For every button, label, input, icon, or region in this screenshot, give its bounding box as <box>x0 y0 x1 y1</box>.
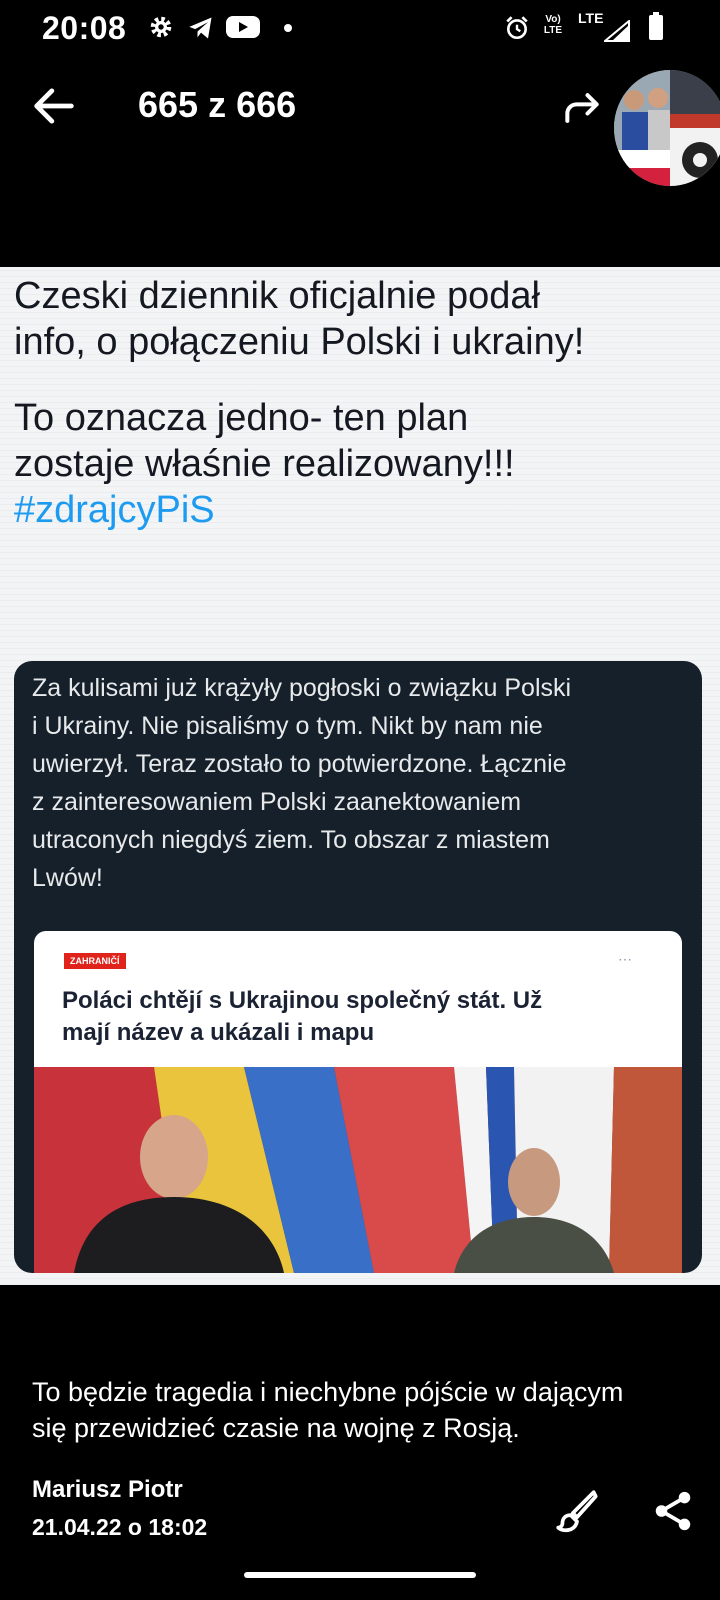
photo-viewer-image[interactable]: Czeski dziennik oficjalnie podał info, o… <box>0 267 720 1285</box>
post-line: Czeski dziennik oficjalnie podał <box>14 275 540 317</box>
article-image <box>34 1067 682 1273</box>
article-category-tag: ZAHRANIČÍ <box>64 953 126 969</box>
alarm-icon <box>506 16 528 40</box>
hashtag-link: #zdrajcyPiS <box>14 489 215 531</box>
lte-label: LTE <box>578 10 604 26</box>
photo-caption: To będzie tragedia i niechybne pójście w… <box>32 1374 692 1446</box>
top-app-bar <box>0 56 720 206</box>
notification-dot <box>284 24 292 32</box>
quote-line: uwierzył. Teraz zostało to potwierdzone.… <box>32 750 567 778</box>
post-line: info, o połączeniu Polski i ukrainy! <box>14 321 585 363</box>
brush-icon <box>556 1490 598 1533</box>
quote-line: Lwów! <box>32 864 103 892</box>
article-photo <box>34 1067 682 1273</box>
share-button[interactable] <box>650 1488 696 1534</box>
gear-icon <box>150 16 172 38</box>
quote-line: utraconych niegdyś ziem. To obszar z mia… <box>32 826 550 854</box>
youtube-icon <box>226 16 260 38</box>
headline-line: Poláci chtějí s Ukrajinou společný stát.… <box>62 987 543 1014</box>
quote-line: i Ukrainy. Nie pisaliśmy o tym. Nikt by … <box>32 712 543 740</box>
quote-text: Za kulisami już krążyły pogłoski o związ… <box>32 669 672 897</box>
post-line: zostaje właśnie realizowany!!! <box>14 443 515 485</box>
arrow-back-icon <box>34 88 74 124</box>
back-button[interactable] <box>28 80 80 132</box>
post-text: Czeski dziennik oficjalnie podał info, o… <box>14 273 714 533</box>
quoted-post-card: Za kulisami już krążyły pogłoski o związ… <box>14 661 702 1273</box>
caption-line: się przewidzieć czasie na wojnę z Rosją. <box>32 1413 520 1443</box>
article-headline: Poláci chtějí s Ukrajinou společný stát.… <box>62 985 652 1049</box>
article-preview: ZAHRANIČÍ ⋯ Poláci chtějí s Ukrajinou sp… <box>34 931 682 1273</box>
telegram-icon <box>189 17 212 39</box>
forward-button[interactable] <box>560 86 604 130</box>
photo-counter: 665 z 666 <box>138 84 297 125</box>
caption-line: To będzie tragedia i niechybne pójście w… <box>32 1377 624 1407</box>
headline-line: mají název a ukázali i mapu <box>62 1019 375 1046</box>
edit-button[interactable] <box>552 1486 602 1536</box>
status-time: 20:08 <box>42 10 127 46</box>
quote-line: Za kulisami już krążyły pogłoski o związ… <box>32 674 572 702</box>
post-line: To oznacza jedno- ten plan <box>14 397 469 439</box>
post-date: 21.04.22 o 18:02 <box>32 1514 208 1540</box>
battery-icon <box>649 12 663 40</box>
volte-icon: Vo) LTE <box>543 14 563 36</box>
home-indicator[interactable] <box>244 1572 476 1578</box>
avatar[interactable] <box>614 70 720 186</box>
quote-line: z zainteresowaniem Polski zaanektowaniem <box>32 788 522 816</box>
share-icon <box>655 1491 691 1531</box>
avatar-photo <box>614 70 720 186</box>
author-name: Mariusz Piotr <box>32 1476 183 1503</box>
signal-icon <box>604 20 630 42</box>
forward-icon <box>565 93 599 123</box>
article-menu-icon: ⋯ <box>618 951 632 967</box>
status-bar: 20:08 Vo) LTE LTE <box>0 0 720 56</box>
